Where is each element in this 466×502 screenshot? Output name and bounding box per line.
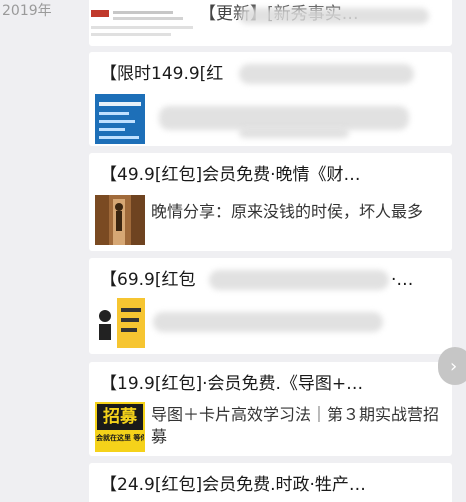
article-description: 导图＋卡片高效学习法｜第３期实战营招募 bbox=[151, 405, 440, 446]
article-thumbnail bbox=[95, 94, 145, 144]
article-title: 【49.9[红包]会员免费·晚情《财… bbox=[100, 165, 361, 185]
article-thumbnail bbox=[95, 298, 145, 348]
article-description: 晚情分享：原来没钱的时侯，坏人最多 bbox=[151, 202, 424, 221]
redacted-block bbox=[153, 312, 383, 332]
article-card[interactable]: 【19.9[红包]·会员免费.《导图+… 招募 会就在这里 等你 导图＋卡片高效… bbox=[89, 362, 452, 456]
article-title: 【24.9[红包]会员免费.时政·牲产… bbox=[100, 475, 366, 495]
article-card[interactable]: 【49.9[红包]会员免费·晚情《财… 晚情分享：原来没钱的时侯，坏人最多 bbox=[89, 153, 452, 251]
article-thumbnail: 招募 会就在这里 等你 bbox=[95, 402, 145, 452]
article-card[interactable]: 【更新】[新秀事实… bbox=[89, 0, 452, 46]
article-feed: 【更新】[新秀事实… 【限时149.9[红 【49.9[红包]会员免费·晚情《财… bbox=[89, 0, 452, 502]
chevron-right-icon[interactable]: › bbox=[438, 347, 466, 385]
article-title: 【69.9[红包 bbox=[100, 270, 196, 290]
redacted-block bbox=[209, 270, 389, 290]
article-card[interactable]: 【24.9[红包]会员免费.时政·牲产… bbox=[89, 463, 452, 502]
article-thumbnail bbox=[91, 4, 193, 42]
thumbnail-caption: 会就在这里 等你 bbox=[96, 434, 144, 442]
redacted-block bbox=[159, 106, 409, 130]
redacted-block bbox=[239, 64, 414, 84]
article-title: 【限时149.9[红 bbox=[100, 64, 224, 84]
article-thumbnail bbox=[95, 195, 145, 245]
redacted-block bbox=[239, 128, 349, 138]
article-card[interactable]: 【限时149.9[红 bbox=[89, 52, 452, 146]
year-label: 2019年 bbox=[2, 3, 52, 19]
redacted-block bbox=[239, 8, 429, 24]
article-title: 【19.9[红包]·会员免费.《导图+… bbox=[100, 374, 364, 394]
article-card[interactable]: 【69.9[红包 ·… bbox=[89, 258, 452, 354]
thumbnail-headline: 招募 bbox=[97, 404, 143, 430]
article-title-tail: ·… bbox=[391, 270, 414, 290]
